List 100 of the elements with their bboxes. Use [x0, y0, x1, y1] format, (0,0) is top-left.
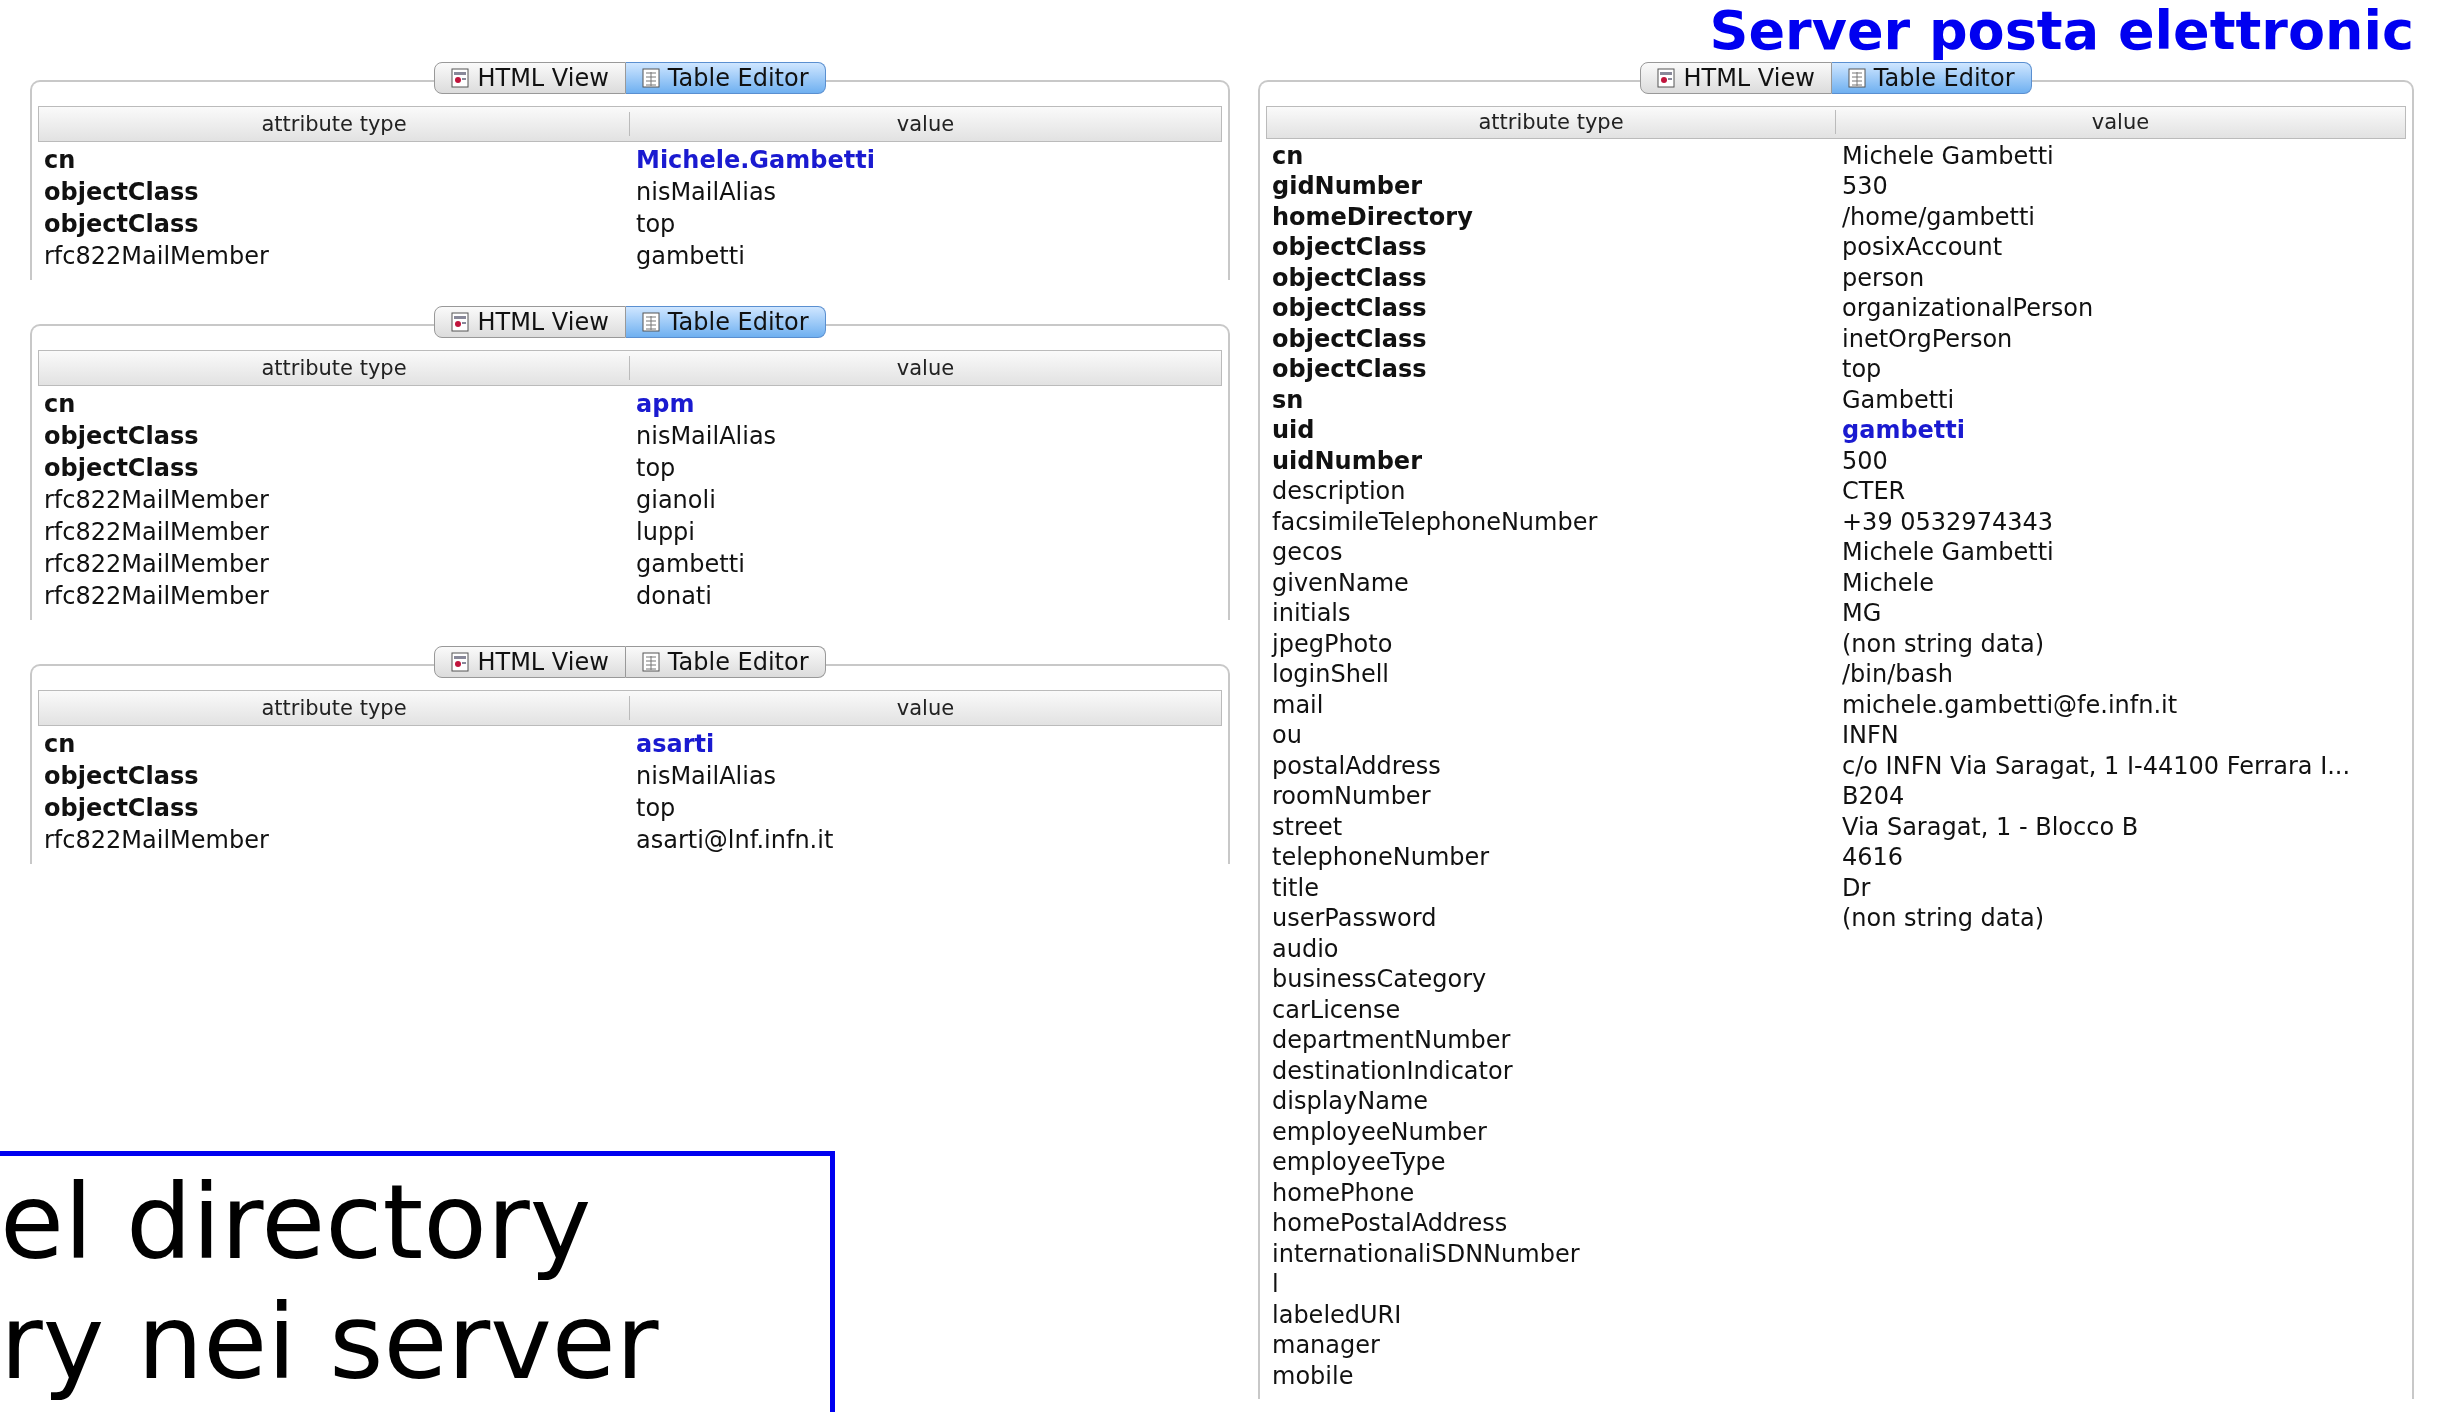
attribute-value: (non string data) — [1841, 903, 2046, 934]
attribute-value: c/o INFN Via Saragat, 1 I-44100 Ferrara I... — [1841, 750, 2352, 781]
attribute-name: objectClass — [43, 177, 200, 208]
attribute-value: person — [1841, 262, 1926, 293]
slide-title: Server posta elettronic — [1709, 0, 2414, 62]
attribute-value: asarti — [635, 729, 716, 760]
attribute-name: homeDirectory — [1271, 201, 1474, 232]
slide-text: ry nei server — [0, 1282, 660, 1402]
attribute-name: rfc822MailMember — [43, 825, 270, 856]
document-icon — [451, 652, 470, 672]
attribute-name: objectClass — [1271, 232, 1428, 263]
attribute-name: employeeNumber — [1271, 1116, 1488, 1147]
attribute-value: Via Saragat, 1 - Blocco B — [1841, 811, 2140, 842]
attribute-name: objectClass — [43, 453, 200, 484]
attribute-name: mail — [1271, 689, 1325, 720]
attribute-name: manager — [1271, 1330, 1381, 1361]
attribute-value: donati — [635, 581, 713, 612]
attribute-name: carLicense — [1271, 994, 1402, 1025]
attribute-value: top — [635, 209, 677, 240]
attribute-name: homePostalAddress — [1271, 1208, 1509, 1239]
attribute-name: ou — [1271, 720, 1303, 751]
attribute-value: gianoli — [635, 485, 717, 516]
attribute-name: givenName — [1271, 567, 1410, 598]
attribute-name: rfc822MailMember — [43, 241, 270, 272]
attribute-name: cn — [1271, 140, 1305, 171]
attribute-value: Michele.Gambetti — [635, 145, 876, 176]
attribute-name: cn — [43, 389, 77, 420]
attribute-name: audio — [1271, 933, 1340, 964]
tab[interactable]: Table Editor — [625, 62, 826, 94]
attribute-value: 530 — [1841, 171, 1889, 202]
attribute-name: loginShell — [1271, 659, 1390, 690]
tab[interactable]: Table Editor — [625, 646, 826, 678]
table-document-icon — [641, 312, 660, 332]
attribute-value: michele.gambetti@fe.infn.it — [1841, 689, 2179, 720]
attribute-name: objectClass — [1271, 293, 1428, 324]
attribute-name: sn — [1271, 384, 1305, 415]
attribute-name: objectClass — [1271, 354, 1428, 385]
attribute-name: rfc822MailMember — [43, 517, 270, 548]
attribute-name: userPassword — [1271, 903, 1438, 934]
attribute-name: departmentNumber — [1271, 1025, 1512, 1056]
attribute-value: Dr — [1841, 872, 1872, 903]
tab[interactable]: HTML View — [434, 62, 626, 94]
attribute-name: cn — [43, 145, 77, 176]
attribute-value: Gambetti — [1841, 384, 1956, 415]
attribute-name: employeeType — [1271, 1147, 1447, 1178]
column-header[interactable]: value — [1836, 110, 2405, 135]
attribute-name: cn — [43, 729, 77, 760]
attribute-value: posixAccount — [1841, 232, 2004, 263]
attribute-name: rfc822MailMember — [43, 581, 270, 612]
attribute-name: postalAddress — [1271, 750, 1442, 781]
attribute-name: businessCategory — [1271, 964, 1488, 995]
document-icon — [451, 312, 470, 332]
attribute-name: initials — [1271, 598, 1352, 629]
tab[interactable]: HTML View — [1640, 62, 1832, 94]
attribute-name: facsimileTelephoneNumber — [1271, 506, 1599, 537]
attribute-name: destinationIndicator — [1271, 1055, 1514, 1086]
attribute-value: gambetti — [635, 241, 746, 272]
attribute-value: /bin/bash — [1841, 659, 1954, 690]
attribute-value: top — [1841, 354, 1883, 385]
document-icon — [1657, 68, 1676, 88]
column-header[interactable]: attribute type — [1267, 110, 1836, 135]
tab[interactable]: HTML View — [434, 646, 626, 678]
attribute-value: asarti@lnf.infn.it — [635, 825, 835, 856]
attribute-name: gecos — [1271, 537, 1344, 568]
attribute-value: /home/gambetti — [1841, 201, 2037, 232]
attribute-name: l — [1271, 1269, 1280, 1300]
tab[interactable]: Table Editor — [625, 306, 826, 338]
attribute-name: labeledURI — [1271, 1299, 1403, 1330]
table-document-icon — [641, 652, 660, 672]
attribute-value: Michele — [1841, 567, 1935, 598]
attribute-value: apm — [635, 389, 696, 420]
attribute-value: gambetti — [635, 549, 746, 580]
attribute-name: uidNumber — [1271, 445, 1423, 476]
attribute-value: gambetti — [1841, 415, 1966, 446]
attribute-value: Michele Gambetti — [1841, 140, 2055, 171]
column-header[interactable]: attribute type — [39, 112, 630, 136]
attribute-value: nisMailAlias — [635, 177, 778, 208]
attribute-value: 4616 — [1841, 842, 1905, 873]
attribute-value: Michele Gambetti — [1841, 537, 2055, 568]
tab[interactable]: Table Editor — [1831, 62, 2032, 94]
attribute-name: telephoneNumber — [1271, 842, 1491, 873]
column-header[interactable]: value — [630, 112, 1221, 136]
column-header[interactable]: value — [630, 696, 1221, 720]
attribute-name: rfc822MailMember — [43, 485, 270, 516]
attribute-value: top — [635, 793, 677, 824]
column-header[interactable]: attribute type — [39, 696, 630, 720]
attribute-value: (non string data) — [1841, 628, 2046, 659]
attribute-name: mobile — [1271, 1360, 1355, 1391]
attribute-name: roomNumber — [1271, 781, 1432, 812]
attribute-name: rfc822MailMember — [43, 549, 270, 580]
tab[interactable]: HTML View — [434, 306, 626, 338]
attribute-name: displayName — [1271, 1086, 1430, 1117]
attribute-name: street — [1271, 811, 1344, 842]
attribute-value: inetOrgPerson — [1841, 323, 2014, 354]
attribute-value: 500 — [1841, 445, 1889, 476]
slide-text: el directory — [0, 1162, 593, 1282]
attribute-name: uid — [1271, 415, 1316, 446]
column-header[interactable]: value — [630, 356, 1221, 380]
column-header[interactable]: attribute type — [39, 356, 630, 380]
table-document-icon — [1847, 68, 1866, 88]
